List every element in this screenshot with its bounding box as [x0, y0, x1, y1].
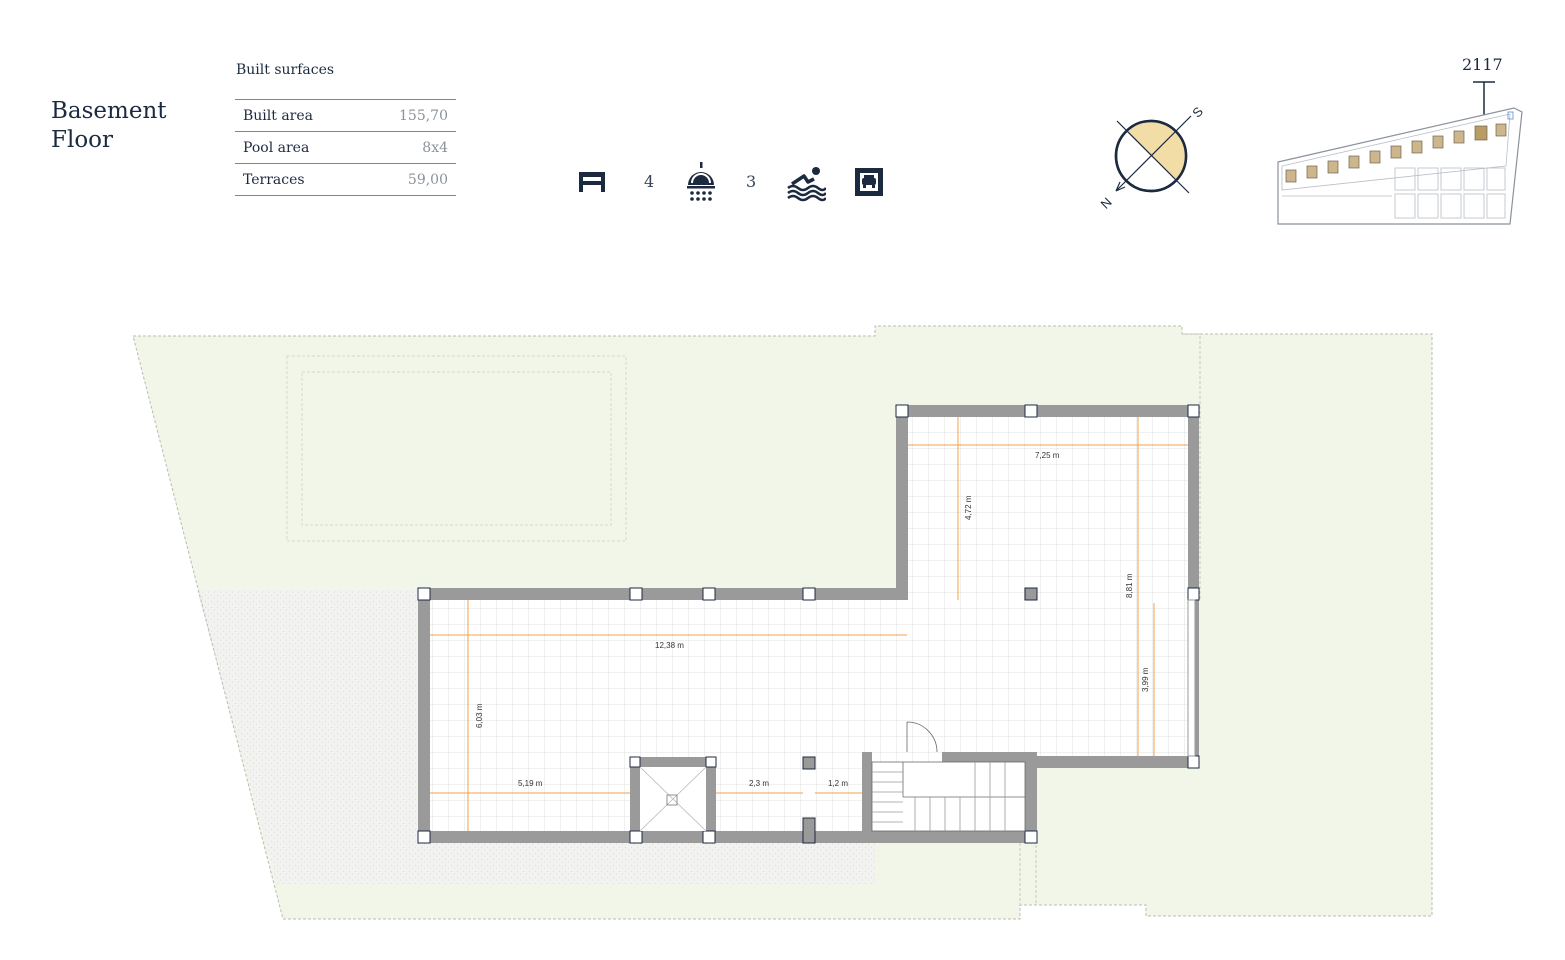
dimension-label: 5,19 m [518, 779, 543, 788]
floor-plan: 7,25 m 4,72 m 8,81 m 12,38 m 3,99 m 6,03… [132, 325, 1433, 920]
dimension-label: 3,99 m [1141, 667, 1150, 692]
dimension-label: 7,25 m [1035, 451, 1060, 460]
dimension-label: 8,81 m [1125, 573, 1134, 598]
dimension-label: 1,2 m [828, 779, 848, 788]
column [802, 817, 816, 844]
dimension-label: 6,03 m [475, 703, 484, 728]
column [802, 756, 816, 770]
dimension-label: 2,3 m [749, 779, 769, 788]
dimension-label: 4,72 m [964, 495, 973, 520]
column [1024, 587, 1038, 601]
dimension-label: 12,38 m [655, 641, 684, 650]
staircase [871, 761, 1026, 832]
